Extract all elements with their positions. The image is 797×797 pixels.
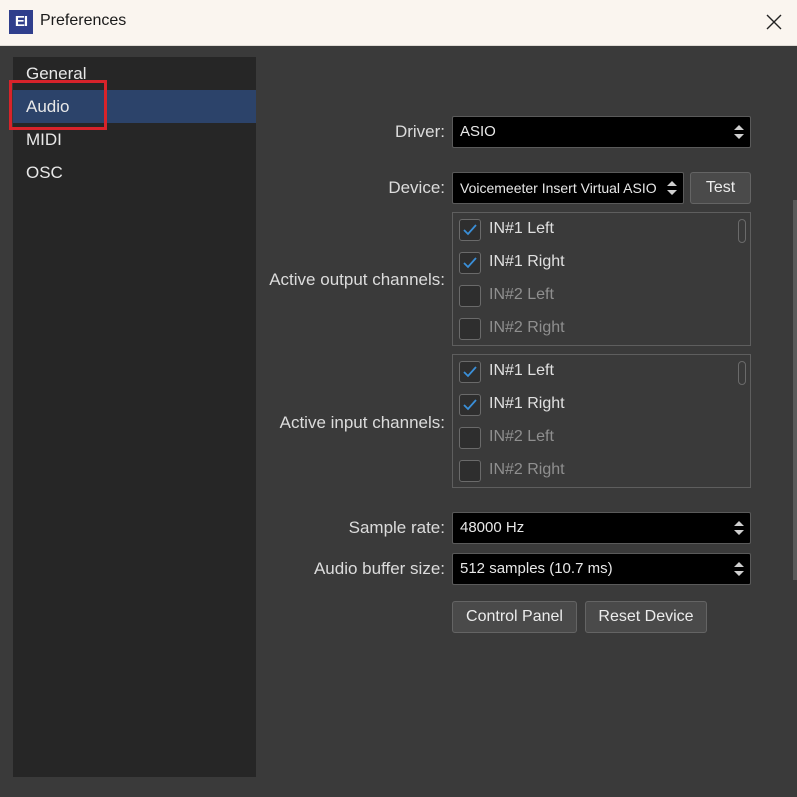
device-label: Device: — [388, 178, 445, 197]
input-channel-checkbox[interactable] — [459, 460, 481, 482]
input-channel-row[interactable]: IN#1 Left — [459, 358, 719, 388]
input-channel-checkbox[interactable] — [459, 427, 481, 449]
input-channel-checkbox[interactable] — [459, 361, 481, 383]
output-channel-checkbox[interactable] — [459, 318, 481, 340]
sample-rate-select[interactable]: 48000 Hz — [452, 512, 751, 544]
sidebar-item-general[interactable]: General — [13, 57, 256, 90]
app-logo-icon: EI — [9, 10, 33, 34]
driver-value: ASIO — [460, 123, 496, 140]
output-channel-label: IN#1 Left — [489, 220, 554, 237]
driver-select[interactable]: ASIO — [452, 116, 751, 148]
output-channel-checkbox[interactable] — [459, 285, 481, 307]
sidebar-item-osc[interactable]: OSC — [13, 156, 256, 189]
buffer-size-value: 512 samples (10.7 ms) — [460, 560, 613, 577]
output-scrollbar-thumb[interactable] — [738, 219, 746, 243]
checkmark-icon — [463, 257, 477, 269]
input-channel-label: IN#2 Left — [489, 428, 554, 445]
input-channel-row[interactable]: IN#2 Left — [459, 424, 719, 454]
reset-device-button[interactable]: Reset Device — [585, 601, 707, 633]
output-channel-row[interactable]: IN#1 Left — [459, 216, 719, 246]
close-button[interactable] — [751, 0, 797, 45]
input-channel-row[interactable]: IN#2 Right — [459, 457, 719, 487]
input-channel-row[interactable]: IN#1 Right — [459, 391, 719, 421]
checkmark-icon — [463, 399, 477, 411]
preferences-window: EI Preferences General Audio MIDI OSC Dr… — [0, 0, 797, 797]
checkmark-icon — [463, 366, 477, 378]
input-scrollbar-thumb[interactable] — [738, 361, 746, 385]
control-panel-button[interactable]: Control Panel — [452, 601, 577, 633]
updown-arrows-icon — [734, 521, 744, 535]
updown-arrows-icon — [734, 125, 744, 139]
driver-label: Driver: — [394, 122, 445, 141]
output-channel-row[interactable]: IN#1 Right — [459, 249, 719, 279]
output-channel-label: IN#1 Right — [489, 253, 565, 270]
input-channel-label: IN#1 Left — [489, 362, 554, 379]
updown-arrows-icon — [734, 562, 744, 576]
output-channel-label: IN#2 Left — [489, 286, 554, 303]
output-channel-row[interactable]: IN#2 Right — [459, 315, 719, 345]
background-window-edge — [793, 200, 797, 580]
input-channels-list[interactable]: IN#1 Left IN#1 Right IN#2 Left IN#2 Righ… — [452, 354, 751, 488]
title-bar[interactable]: EI Preferences — [0, 0, 797, 46]
checkmark-icon — [463, 224, 477, 236]
output-channels-list[interactable]: IN#1 Left IN#1 Right IN#2 Left IN#2 Righ… — [452, 212, 751, 346]
sidebar: General Audio MIDI OSC — [13, 57, 256, 777]
updown-arrows-icon — [667, 181, 677, 195]
input-channel-checkbox[interactable] — [459, 394, 481, 416]
sample-rate-value: 48000 Hz — [460, 519, 525, 536]
device-value: Voicemeeter Insert Virtual ASIO — [460, 180, 657, 196]
device-select[interactable]: Voicemeeter Insert Virtual ASIO — [452, 172, 684, 204]
output-channel-checkbox[interactable] — [459, 252, 481, 274]
output-channel-row[interactable]: IN#2 Left — [459, 282, 719, 312]
input-channel-label: IN#2 Right — [489, 461, 565, 478]
buffer-size-select[interactable]: 512 samples (10.7 ms) — [452, 553, 751, 585]
buffer-size-label: Audio buffer size: — [313, 559, 445, 578]
output-channel-checkbox[interactable] — [459, 219, 481, 241]
close-icon — [766, 14, 782, 30]
output-channels-label: Active output channels: — [269, 270, 445, 289]
input-channel-label: IN#1 Right — [489, 395, 565, 412]
input-channels-label: Active input channels: — [279, 413, 445, 432]
sample-rate-label: Sample rate: — [348, 518, 445, 537]
output-channel-label: IN#2 Right — [489, 319, 565, 336]
test-button[interactable]: Test — [690, 172, 751, 204]
sidebar-item-audio[interactable]: Audio — [13, 90, 256, 123]
window-title: Preferences — [40, 12, 127, 29]
sidebar-item-midi[interactable]: MIDI — [13, 123, 256, 156]
